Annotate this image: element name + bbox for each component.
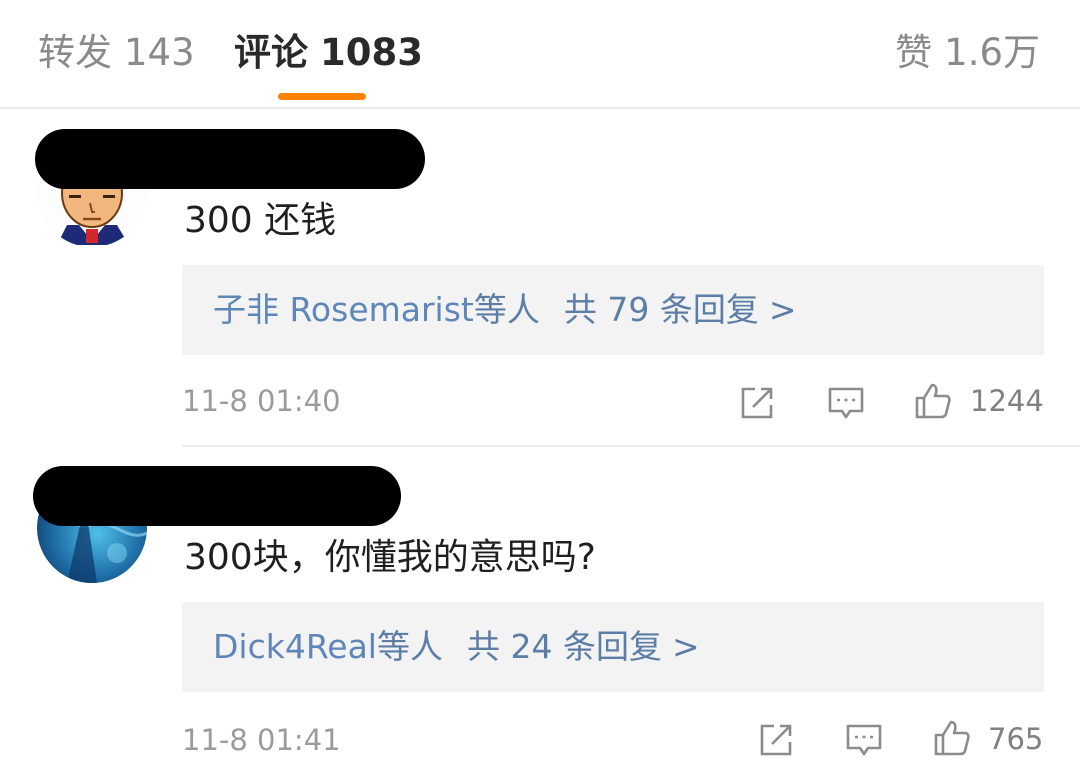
tab-reposts-label: 转发: [38, 31, 112, 74]
reply-usernames[interactable]: 子非 Rosemarist: [213, 290, 474, 329]
chevron-right: >: [768, 290, 797, 329]
tab-comments-label: 评论: [234, 31, 308, 74]
active-tab-indicator: [278, 93, 366, 100]
thumbs-up-icon[interactable]: [932, 718, 972, 758]
replies-preview[interactable]: 子非 Rosemarist等人共 79 条回复 >: [182, 265, 1044, 355]
tab-likes-label: 赞: [895, 31, 933, 74]
redacted-username: [35, 129, 425, 189]
tab-comments[interactable]: 评论 1083: [234, 28, 423, 78]
comment-time: 11-8 01:41: [182, 723, 341, 757]
thumbs-up-icon[interactable]: [913, 381, 953, 421]
share-icon[interactable]: [737, 383, 777, 423]
comment-text: 300 还钱: [184, 200, 337, 241]
reply-suffix: 等人: [376, 627, 443, 666]
tab-bar: 转发 143 评论 1083 赞 1.6万: [0, 0, 1080, 109]
like-count: 765: [988, 722, 1044, 756]
reply-total-link[interactable]: 共 24 条回复: [467, 627, 662, 666]
reply-total-link[interactable]: 共 79 条回复: [564, 290, 759, 329]
tab-comments-count: 1083: [320, 31, 423, 74]
comment-icon[interactable]: [826, 383, 866, 423]
chevron-right: >: [671, 627, 700, 666]
share-icon[interactable]: [756, 720, 796, 760]
reply-usernames[interactable]: Dick4Real: [213, 627, 377, 666]
replies-preview[interactable]: Dick4Real等人共 24 条回复 >: [182, 602, 1044, 692]
tab-likes-count: 1.6万: [944, 31, 1040, 74]
tab-reposts-count: 143: [124, 31, 195, 74]
comment-text: 300块，你懂我的意思吗?: [184, 537, 596, 578]
redacted-username: [33, 466, 401, 526]
comment-time: 11-8 01:40: [182, 384, 341, 418]
tab-reposts[interactable]: 转发 143: [38, 28, 195, 78]
reply-suffix: 等人: [473, 290, 540, 329]
comment-item: 300块，你懂我的意思吗? Dick4Real等人共 24 条回复 > 11-8 …: [0, 447, 1080, 782]
tab-likes[interactable]: 赞 1.6万: [895, 28, 1040, 78]
comment-item: 300 还钱 子非 Rosemarist等人共 79 条回复 > 11-8 01:…: [0, 109, 1080, 445]
comment-icon[interactable]: [844, 720, 884, 760]
like-count: 1244: [970, 384, 1044, 418]
